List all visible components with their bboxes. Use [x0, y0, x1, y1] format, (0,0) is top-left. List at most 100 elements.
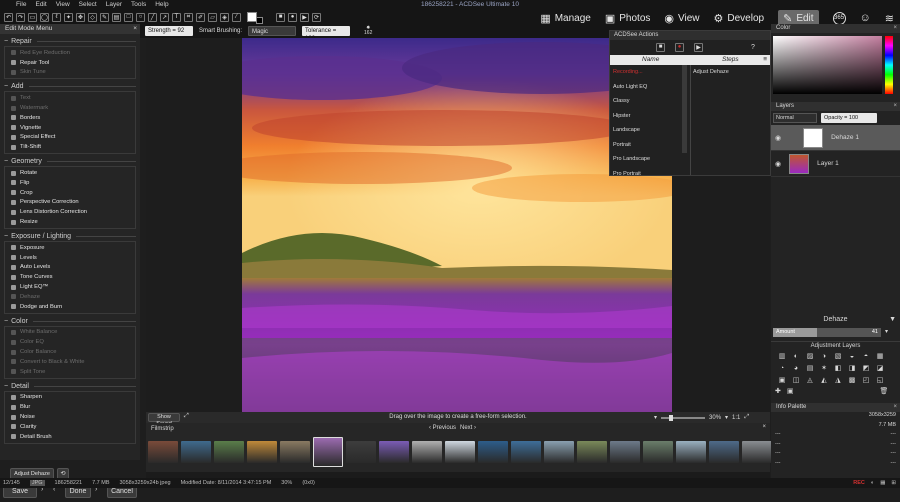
- tool-item[interactable]: Special Effect: [11, 133, 135, 143]
- tool-item[interactable]: Red Eye Reduction: [11, 48, 135, 58]
- filmstrip-thumbnail[interactable]: [313, 436, 343, 467]
- action-item[interactable]: Auto Light EQ: [610, 80, 690, 95]
- lasso-icon[interactable]: ℓ: [52, 12, 61, 22]
- mode-develop[interactable]: ⚙ Develop: [714, 12, 765, 25]
- action-item[interactable]: Pro Landscape: [610, 152, 690, 167]
- adjustment-layer-icon[interactable]: ◔: [777, 364, 787, 373]
- adjustment-layer-icon[interactable]: ▩: [847, 376, 857, 385]
- tool-item[interactable]: Auto Levels: [11, 263, 135, 273]
- blend-mode-select[interactable]: Normal: [773, 113, 817, 123]
- status-icon-2[interactable]: ▦: [880, 480, 885, 486]
- adjustment-layer-icon[interactable]: ◰: [861, 376, 871, 385]
- menu-help[interactable]: Help: [155, 0, 168, 10]
- adjustment-layer-icon[interactable]: ◑: [819, 352, 829, 361]
- strength-field[interactable]: Strength = 92: [145, 26, 193, 36]
- amount-slider[interactable]: Amount 41: [773, 328, 881, 337]
- collapse-icon[interactable]: ▼: [889, 313, 896, 327]
- tool-group-header[interactable]: − Color: [4, 317, 136, 326]
- magic-wand-icon[interactable]: ✦: [64, 12, 73, 22]
- redo-icon[interactable]: ↷: [16, 12, 25, 22]
- adjustment-layer-icon[interactable]: ◱: [875, 376, 885, 385]
- filmstrip-thumbnail[interactable]: [742, 440, 772, 463]
- filmstrip-thumbnail[interactable]: [676, 440, 706, 463]
- smiley-icon[interactable]: ☺: [860, 12, 871, 24]
- visibility-eye-icon[interactable]: ◉: [775, 134, 781, 142]
- tool-item[interactable]: Convert to Black & White: [11, 357, 135, 367]
- delete-layer-icon[interactable]: 🗑: [880, 387, 889, 396]
- filmstrip-thumbnail[interactable]: [214, 440, 244, 463]
- line-icon[interactable]: ╱: [148, 12, 157, 22]
- tool-item[interactable]: Resize: [11, 217, 135, 227]
- zoom-thumb[interactable]: [669, 414, 674, 421]
- filmstrip-thumbnail[interactable]: [544, 440, 574, 463]
- tool-item[interactable]: Detail Brush: [11, 432, 135, 442]
- stop-icon[interactable]: ■: [276, 12, 285, 22]
- filmstrip-thumbnail[interactable]: [709, 440, 739, 463]
- tool-group-header[interactable]: − Exposure / Lighting: [4, 232, 136, 241]
- adjustment-layer-icon[interactable]: ◩: [861, 364, 871, 373]
- tool-item[interactable]: Exposure: [11, 243, 135, 253]
- tool-item[interactable]: Dodge and Burn: [11, 302, 135, 312]
- shape-icon[interactable]: ◇: [88, 12, 97, 22]
- adjustment-layer-icon[interactable]: ✶: [819, 364, 829, 373]
- action-item[interactable]: Portrait: [610, 138, 690, 153]
- tool-group-header[interactable]: − Detail: [4, 382, 136, 391]
- rec-indicator[interactable]: REC: [853, 480, 865, 486]
- text-tool-icon[interactable]: T: [172, 12, 181, 22]
- play-icon[interactable]: ▶: [300, 12, 309, 22]
- action-item[interactable]: Hipster: [610, 109, 690, 124]
- tool-item[interactable]: Borders: [11, 113, 135, 123]
- layers-close-icon[interactable]: ×: [893, 102, 897, 111]
- adjustment-layer-icon[interactable]: ◮: [833, 376, 843, 385]
- filmstrip-thumbnail[interactable]: [610, 440, 640, 463]
- action-item[interactable]: Recording...: [610, 65, 690, 80]
- collapse-icon[interactable]: −: [4, 233, 8, 240]
- zoom-menu-icon[interactable]: ▾: [725, 414, 728, 421]
- fit-window-icon[interactable]: ⤢: [744, 414, 749, 421]
- tool-group-header[interactable]: − Geometry: [4, 157, 136, 166]
- tool-item[interactable]: Repair Tool: [11, 58, 135, 68]
- next-button[interactable]: Next ›: [460, 425, 476, 431]
- adjustment-layer-icon[interactable]: ▥: [777, 352, 787, 361]
- menu-layer[interactable]: Layer: [106, 0, 122, 10]
- help-icon[interactable]: ?: [751, 44, 755, 51]
- ratio-button[interactable]: 1:1: [732, 415, 740, 421]
- undo-icon[interactable]: ↶: [4, 12, 13, 22]
- tool-item[interactable]: Lens Distortion Correction: [11, 207, 135, 217]
- collapse-icon[interactable]: −: [4, 318, 8, 325]
- menu-edit[interactable]: Edit: [35, 0, 46, 10]
- amount-value[interactable]: 41: [872, 329, 878, 335]
- info-close-icon[interactable]: ×: [893, 403, 897, 412]
- adjustment-layer-icon[interactable]: ◬: [805, 376, 815, 385]
- pen-icon[interactable]: ✎: [100, 12, 109, 22]
- tool-item[interactable]: Vignette: [11, 123, 135, 133]
- color-picker[interactable]: [771, 33, 900, 94]
- filmstrip-thumbnail[interactable]: [445, 440, 475, 463]
- fill-icon[interactable]: ◈: [220, 12, 229, 22]
- bg-color-swatch[interactable]: [256, 16, 263, 24]
- list-menu-icon[interactable]: ≡: [763, 56, 767, 63]
- tool-item[interactable]: Levels: [11, 253, 135, 263]
- collapse-icon[interactable]: −: [4, 83, 8, 90]
- tool-item[interactable]: Split Tone: [11, 367, 135, 377]
- tool-item[interactable]: Sharpen: [11, 393, 135, 403]
- gradient-icon[interactable]: ▤: [112, 12, 121, 22]
- rect-icon[interactable]: □: [124, 12, 133, 22]
- tool-item[interactable]: Dehaze: [11, 292, 135, 302]
- panel-close-icon[interactable]: ×: [133, 24, 137, 34]
- amount-dropdown-icon[interactable]: ▾: [885, 328, 888, 335]
- tool-item[interactable]: Tone Curves: [11, 272, 135, 282]
- tool-item[interactable]: Color Balance: [11, 347, 135, 357]
- status-icon-3[interactable]: ⊞: [891, 480, 896, 486]
- select-ellipse-icon[interactable]: ◯: [40, 12, 49, 22]
- tool-group-header[interactable]: − Add: [4, 82, 136, 91]
- tool-item[interactable]: Noise: [11, 412, 135, 422]
- actions-scrollbar[interactable]: [682, 65, 687, 153]
- filmstrip-thumbnail[interactable]: [478, 440, 508, 463]
- adjustment-layer-icon[interactable]: ▦: [875, 352, 885, 361]
- mode-view[interactable]: ◉ View: [664, 12, 699, 25]
- tool-item[interactable]: Tilt-Shift: [11, 142, 135, 152]
- adjustment-layer-icon[interactable]: ◓: [861, 352, 871, 361]
- adjustment-layer-icon[interactable]: ◭: [819, 376, 829, 385]
- tool-item[interactable]: Perspective Correction: [11, 198, 135, 208]
